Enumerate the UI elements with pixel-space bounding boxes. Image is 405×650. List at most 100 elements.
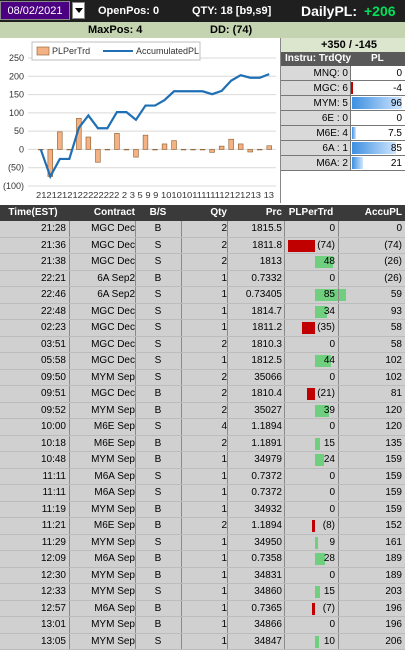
table-row[interactable]: 12:30MYM SepB1348310189 [0,568,405,585]
cell-prc: 0.7372 [227,469,282,485]
table-row[interactable]: 13:05MYM SepS13484710206 [0,634,405,650]
table-row[interactable]: 11:11M6A SepS10.73720159 [0,485,405,502]
table-row[interactable]: 11:21M6E SepB21.1894(8)152 [0,518,405,535]
table-row[interactable]: 11:11M6A SepS10.73720159 [0,469,405,486]
column-divider [284,601,285,617]
column-divider [181,320,182,336]
column-divider [181,601,182,617]
cell-contract: MGC Dec [70,386,135,402]
column-divider [227,304,228,320]
cell-prc: 34831 [227,568,282,584]
col-time: Time(EST) [0,205,66,221]
cell-contract: MYM Sep [70,584,135,600]
table-row[interactable]: 10:18M6E SepB21.189115135 [0,436,405,453]
table-row[interactable]: 10:00M6E SepS41.18940120 [0,419,405,436]
pl-bar [302,322,315,334]
pl-value: (35) [317,320,335,336]
column-divider [135,452,136,468]
instrument-row: 6E : 00 [281,111,405,126]
instrument-header-label: Instru: TrdQty [285,52,351,66]
column-divider [69,601,70,617]
instrument-pl-cell: 21 [351,156,405,170]
cell-prc: 34847 [227,634,282,650]
cell-accupl: 152 [338,518,402,534]
instrument-row: MNQ: 00 [281,66,405,81]
table-row[interactable]: 21:38MGC DecS2181348(26) [0,254,405,271]
cell-prc: 1811.8 [227,238,282,254]
column-divider [227,502,228,518]
table-row[interactable]: 09:51MGC DecB21810.4(21)81 [0,386,405,403]
column-divider [69,535,70,551]
table-row[interactable]: 10:48MYM SepB13497924159 [0,452,405,469]
table-row[interactable]: 11:29MYM SepS1349509161 [0,535,405,552]
column-divider [284,452,285,468]
column-divider [69,469,70,485]
date-selector[interactable]: 08/02/2021 [0,1,70,20]
column-divider [338,271,339,287]
column-divider [227,403,228,419]
cell-plpertrd: 10 [284,634,338,650]
column-divider [69,419,70,435]
column-divider [284,353,285,369]
cell-contract: M6E Sep [70,518,135,534]
column-divider [338,535,339,551]
col-bs: B/S [135,205,181,221]
column-divider [284,551,285,567]
column-divider [338,436,339,452]
column-divider [181,568,182,584]
cell-time: 21:38 [0,254,66,270]
pl-value: 48 [324,254,335,270]
table-row[interactable]: 12:57M6A SepB10.7365(7)196 [0,601,405,618]
instrument-pl-cell: 0 [351,111,405,125]
cell-time: 22:48 [0,304,66,320]
cell-qty: 1 [181,304,227,320]
pl-value: 0 [329,419,335,435]
date-dropdown-button[interactable] [72,2,85,19]
table-row[interactable]: 12:09M6A SepB10.735828189 [0,551,405,568]
cell-plpertrd: 0 [284,502,338,518]
pl-value: 44 [324,353,335,369]
table-row[interactable]: 11:19MYM SepB1349320159 [0,502,405,519]
column-divider [135,419,136,435]
instrument-label: M6A: 2 [281,156,351,170]
cell-contract: MGC Dec [70,304,135,320]
column-divider [338,518,339,534]
cell-bs: S [135,370,181,386]
table-row[interactable]: 22:48MGC DecS11814.73493 [0,304,405,321]
column-divider [181,370,182,386]
column-divider [284,502,285,518]
column-divider [69,568,70,584]
pl-value: 15 [324,584,335,600]
table-row[interactable]: 05:58MGC DecS11812.544102 [0,353,405,370]
table-row[interactable]: 12:33MYM SepS13486015203 [0,584,405,601]
column-divider [181,386,182,402]
cell-accupl: 81 [338,386,402,402]
cell-bs: S [135,287,181,303]
table-row[interactable]: 09:52MYM SepB23502739120 [0,403,405,420]
table-row[interactable]: 22:216A Sep2B10.73320(26) [0,271,405,288]
table-row[interactable]: 02:23MGC DecS11811.2(35)58 [0,320,405,337]
column-divider [135,469,136,485]
table-row[interactable]: 21:28MGC DecB21815.500 [0,221,405,238]
column-divider [338,353,339,369]
cell-qty: 1 [181,601,227,617]
column-divider [135,485,136,501]
column-divider [135,287,136,303]
table-row[interactable]: 21:36MGC DecS21811.8(74)(74) [0,238,405,255]
cell-contract: MYM Sep [70,370,135,386]
cell-accupl: (74) [338,238,402,254]
cell-plpertrd: 85 [284,287,338,303]
column-divider [181,634,182,650]
table-row[interactable]: 13:01MYM SepB1348660196 [0,617,405,634]
cell-accupl: 189 [338,551,402,567]
table-row[interactable]: 03:51MGC DecS21810.3058 [0,337,405,354]
column-divider [338,386,339,402]
column-divider [69,254,70,270]
cell-plpertrd: 48 [284,254,338,270]
table-row[interactable]: 22:466A Sep2S10.734058559 [0,287,405,304]
cell-contract: 6A Sep2 [70,287,135,303]
column-divider [284,403,285,419]
y-tick-label: 150 [9,90,24,100]
cell-time: 10:48 [0,452,66,468]
table-row[interactable]: 09:50MYM SepS2350660102 [0,370,405,387]
